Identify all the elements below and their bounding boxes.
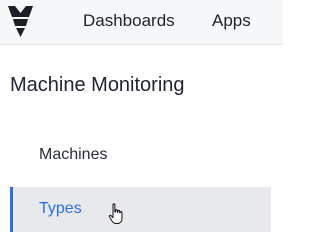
sidebar-item-types[interactable]: Types	[10, 187, 271, 232]
sidebar-item-label: Machines	[39, 146, 108, 163]
nav-link-apps[interactable]: Apps	[212, 11, 251, 31]
app-page: Dashboards Apps Machine Monitoring Machi…	[0, 0, 283, 245]
tulip-logo-icon[interactable]	[0, 0, 41, 41]
hand-pointer-cursor-icon	[108, 203, 123, 224]
sidebar-item-machines[interactable]: Machines	[10, 133, 271, 178]
top-navigation-bar: Dashboards Apps	[0, 0, 283, 45]
nav-link-dashboards[interactable]: Dashboards	[83, 11, 175, 31]
sidebar-item-label: Types	[39, 200, 82, 217]
sidebar-section-title: Machine Monitoring	[10, 74, 185, 96]
